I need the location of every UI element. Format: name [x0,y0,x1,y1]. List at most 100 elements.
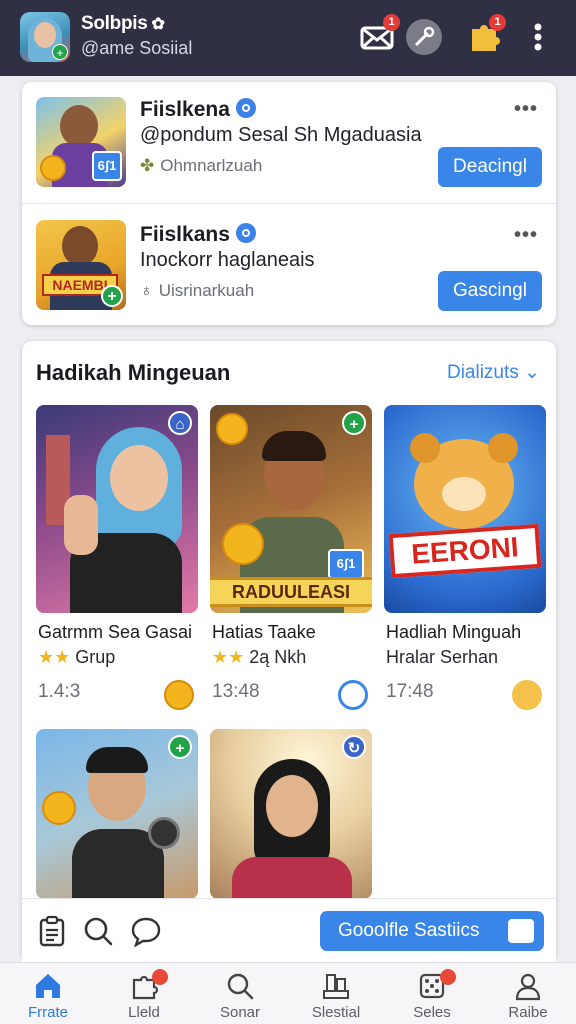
tile-subtitle-text: 2ą Nkh [249,647,307,667]
add-icon: + [168,735,192,759]
flower-icon: ✿ [151,16,165,33]
coin-icon [216,413,248,445]
gift-tile[interactable]: ⌂ Gatrmm Sea Gasai ★★ Grup 1.4:3 [36,405,198,720]
tile-image: 6ʃ1 RADUULEASI [210,405,372,613]
nav-item-games[interactable]: Seles [384,963,480,1024]
app-header: + Solbpis ✿ @ame Sosiial 1 1 [0,0,576,76]
user-face [62,226,98,266]
nav-label: Raibe [508,1004,548,1021]
nav-item-home[interactable]: Frrate [0,963,96,1024]
bottom-nav: Frrate Lleld Sonar Slestial Seles Raibe [0,962,576,1024]
gift-tile[interactable]: EERONI Hadliah Minguah Hralar Serhan 17:… [384,405,546,720]
clipboard-button[interactable] [36,915,68,947]
user-meta-text: Uisrinarkuah [158,281,255,300]
gift-tile[interactable]: ↻ [210,729,372,899]
search-button[interactable] [82,915,114,947]
avatar-face [34,22,56,48]
nav-item-field[interactable]: Lleld [96,963,192,1024]
profile-icon [515,973,541,1001]
tile-hair [86,747,148,773]
bear-ear [488,433,518,463]
user-action-button[interactable]: Deacingl [438,147,542,187]
home-icon [36,974,60,998]
user-name: Fiislkans [140,223,256,247]
app-title-text: Solbpis [81,13,148,34]
bell-icon: ♁ [140,281,153,300]
statistics-button[interactable]: Gooolfle Sastiics [320,911,544,951]
more-vertical-icon [534,23,542,51]
more-options-icon[interactable]: ••• [514,98,538,121]
coin-icon [164,680,194,710]
nav-item-search[interactable]: Sonar [192,963,288,1024]
user-handle: @pondum Sesal Sh Mgaduasia [140,124,422,146]
nav-badge [440,969,456,985]
user-name-text: Fiislkans [140,223,230,246]
nav-label: Seles [413,1004,451,1021]
sprout-icon: ✤ [140,156,155,175]
messages-badge: 1 [383,14,400,31]
tile-hand [64,495,98,555]
wrench-icon [415,26,435,46]
tools-button[interactable] [406,19,442,55]
user-thumbnail: NAEMBI + [36,220,126,310]
action-bar: Gooolfle Sastiics [22,898,556,962]
search-icon [227,973,254,1000]
app-title: Solbpis ✿ [81,13,165,35]
gift-tile[interactable]: 6ʃ1 RADUULEASI + Hatias Taake ★★ 2ą Nkh 1… [210,405,372,720]
profile-avatar[interactable]: + [20,12,70,62]
weekly-gifts-card: Hadikah Mingeuan Dializuts ⌄ ⌂ Gatrmm Se… [22,341,556,962]
overflow-menu-button[interactable] [522,19,554,55]
more-options-icon[interactable]: ••• [514,224,538,247]
coin-icon [222,523,264,565]
tile-banner: RADUULEASI [210,577,372,607]
verified-icon [235,223,256,243]
section-filter-dropdown[interactable]: Dializuts ⌄ [447,361,540,384]
tile-hair [262,431,326,461]
add-icon: + [101,285,123,307]
user-face [60,105,98,147]
user-handle: Inockorr haglaneais [140,249,315,271]
user-row[interactable]: 6ʃ1 Fiislkena @pondum Sesal Sh Mgaduasia… [22,82,556,202]
chat-button[interactable] [130,915,162,948]
tile-title: Hadliah Minguah [386,622,522,642]
user-name: Fiislkena [140,98,256,122]
messages-button[interactable]: 1 [360,14,400,55]
app-subtitle: @ame Sosiial [81,38,193,58]
online-badge-icon: + [52,44,68,60]
nav-item-ranking[interactable]: Slestial [288,963,384,1024]
user-meta-text: Ohmnarlzuah [160,156,263,175]
tile-subtitle: Hralar Serhan [386,647,499,667]
nav-item-profile[interactable]: Raibe [480,963,576,1024]
user-name-text: Fiislkena [140,98,230,121]
user-row[interactable]: NAEMBI + Fiislkans Inockorr haglaneais ♁… [22,204,556,324]
rating-stars: ★★ [212,647,245,667]
rewards-badge: 1 [489,14,506,31]
trophy-icon [323,974,349,999]
search-icon [84,917,113,946]
refresh-icon [338,680,368,710]
refresh-badge-icon: ↻ [342,735,366,759]
tile-time: 1.4:3 [38,681,81,702]
tile-time: 13:48 [212,681,260,702]
chevron-down-icon: ⌄ [524,362,540,383]
bear-muzzle [442,477,486,511]
nav-label: Lleld [128,1004,160,1021]
coin-icon [40,155,66,181]
tile-title: Gatrmm Sea Gasai [38,622,193,642]
headphones-icon [148,817,180,849]
nav-label: Slestial [311,1004,361,1021]
gift-tile[interactable]: + [36,729,198,899]
level-badge: 6ʃ1 [92,151,122,181]
user-meta: ✤ Ohmnarlzuah [140,156,262,176]
tile-subtitle: ★★ Grup [38,647,115,668]
tile-subtitle-text: Grup [75,647,116,667]
tile-shirt [232,857,352,899]
user-action-button[interactable]: Gascingl [438,271,542,311]
verified-icon [235,98,256,118]
rewards-button[interactable]: 1 [466,14,506,55]
tile-title: Hatias Taake [212,622,316,642]
tile-image: EERONI [384,405,546,613]
nav-label: Frrate [27,1004,68,1021]
emoji-icon [512,680,542,710]
clipboard-icon [39,915,65,947]
